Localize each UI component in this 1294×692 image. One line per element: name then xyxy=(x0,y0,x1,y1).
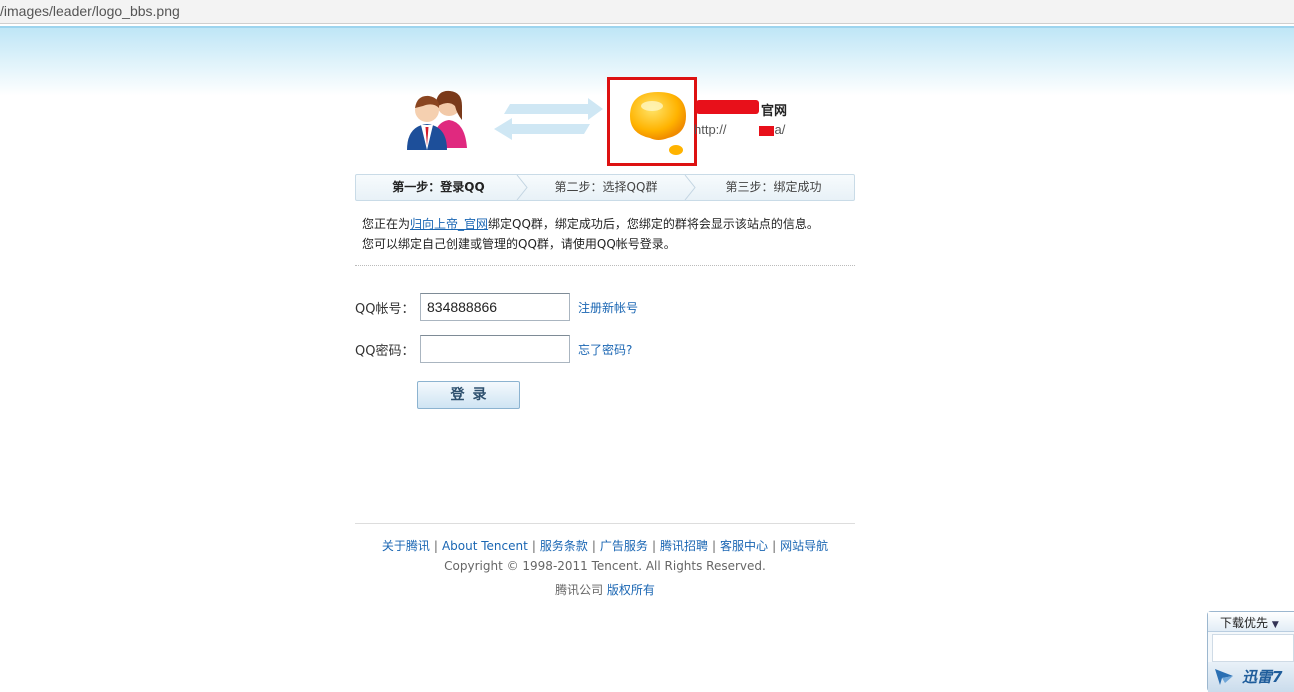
swap-arrows-icon xyxy=(494,98,603,140)
qq-password-input[interactable] xyxy=(420,335,570,363)
copyright: Copyright © 1998-2011 Tencent. All Right… xyxy=(444,559,766,573)
footer-links: 关于腾讯 | About Tencent | 服务条款 | 广告服务 | 腾讯招聘 | 客服中心 | 网… xyxy=(381,539,829,553)
site-name-redaction xyxy=(696,100,759,114)
progress-steps: 第一步：登录QQ 第二步：选择QQ群 第三步：绑定成功 xyxy=(355,174,855,201)
header: 官网 http://a/ xyxy=(355,76,855,171)
download-widget-brand: 迅雷7 xyxy=(1208,662,1294,692)
footer-link-about-en[interactable]: About Tencent xyxy=(442,539,528,553)
footer-divider xyxy=(355,523,855,524)
download-drop-area[interactable] xyxy=(1212,634,1294,662)
intro-text: 您正在为归向上帝_官网绑定QQ群，绑定成功后，您绑定的群将会显示该站点的信息。 … xyxy=(362,214,852,254)
download-widget[interactable]: 下载优先 ▼ 迅雷7 xyxy=(1207,611,1294,692)
step-2: 第二步：选择QQ群 xyxy=(554,180,658,194)
intro-line-1: 您正在为归向上帝_官网绑定QQ群，绑定成功后，您绑定的群将会显示该站点的信息。 xyxy=(362,217,819,231)
app-logo-highlight xyxy=(607,77,697,166)
intro-line-2: 您可以绑定自己创建或管理的QQ群，请使用QQ帐号登录。 xyxy=(362,237,676,251)
qq-account-input[interactable]: 834888866 xyxy=(420,293,570,321)
password-label: QQ密码： xyxy=(355,344,415,359)
account-label: QQ帐号： xyxy=(355,302,415,317)
register-link[interactable]: 注册新帐号 xyxy=(578,299,638,316)
footer-link-about[interactable]: 关于腾讯 xyxy=(382,539,430,553)
forgot-password-link[interactable]: 忘了密码? xyxy=(578,341,632,358)
browser-url-bar[interactable]: /images/leader/logo_bbs.png xyxy=(0,0,1294,24)
bird-logo-icon xyxy=(1215,669,1233,685)
users-icon xyxy=(407,90,467,150)
step-1: 第一步：登录QQ xyxy=(392,180,485,194)
download-widget-header[interactable]: 下载优先 ▼ xyxy=(1208,612,1294,632)
footer-link-jobs[interactable]: 腾讯招聘 xyxy=(660,539,708,553)
site-url: http://a/ xyxy=(694,122,786,137)
site-link[interactable]: 归向上帝_官网 xyxy=(410,217,488,231)
login-button[interactable]: 登录 xyxy=(417,381,520,409)
divider xyxy=(355,265,855,266)
chevron-down-icon: ▼ xyxy=(1271,620,1279,630)
footer-link-sitemap[interactable]: 网站导航 xyxy=(780,539,828,553)
url-text: /images/leader/logo_bbs.png xyxy=(0,3,180,19)
speech-bubble-icon xyxy=(630,92,686,155)
footer-link-terms[interactable]: 服务条款 xyxy=(540,539,588,553)
corp-notice: 腾讯公司 版权所有 xyxy=(555,583,655,597)
url-redaction xyxy=(758,125,774,136)
footer-link-support[interactable]: 客服中心 xyxy=(720,539,768,553)
site-name: 官网 xyxy=(761,104,788,119)
step-3: 第三步：绑定成功 xyxy=(725,180,822,194)
footer-link-ads[interactable]: 广告服务 xyxy=(600,539,648,553)
